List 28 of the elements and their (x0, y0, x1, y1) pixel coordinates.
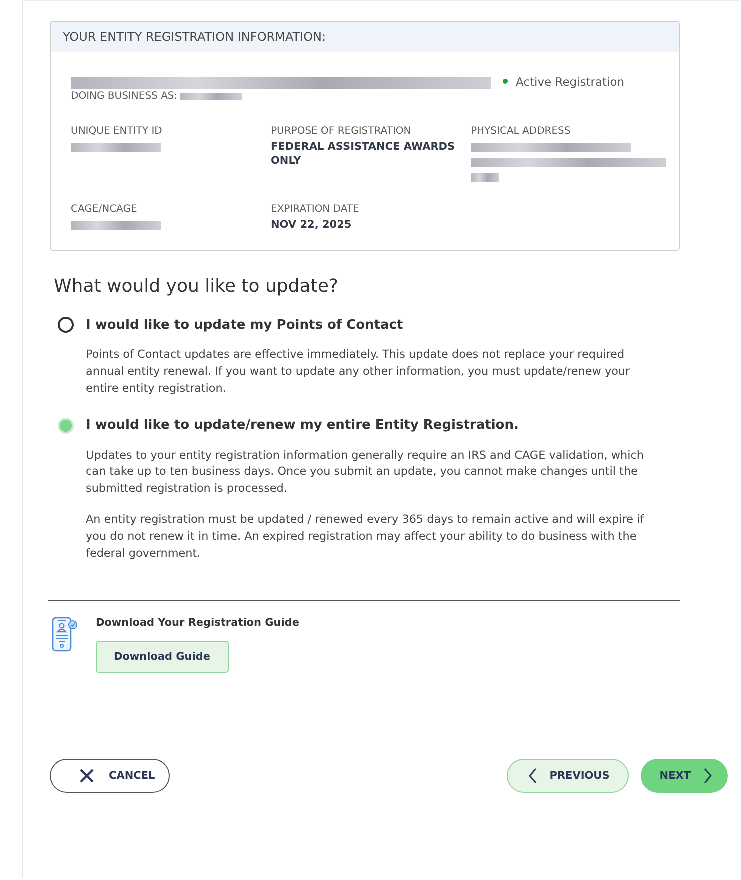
option-label[interactable]: I would like to update my Points of Contact (86, 318, 404, 333)
field-label: DOING BUSINESS AS: (71, 91, 178, 102)
card-title: YOUR ENTITY REGISTRATION INFORMATION: (63, 30, 326, 44)
download-button[interactable]: Download Guide (96, 641, 229, 674)
field-label: UNIQUE ENTITY ID (71, 126, 164, 137)
radio-button[interactable] (58, 317, 74, 334)
chevron-right-icon (703, 768, 713, 784)
field-value: NOV 22, 2025 (271, 218, 353, 232)
close-icon (79, 768, 95, 784)
question-heading: What would you like to update? (54, 276, 340, 298)
option-description: Updates to your entity registration information generally require an IRS and CAGE validation, which can take up to ten business days. Once you submit an update, you cannot make changes until the submitted registration is processed. (86, 448, 645, 498)
chevron-left-icon (528, 768, 538, 784)
document-icon (52, 617, 78, 654)
status-label: Active Registration (516, 74, 625, 88)
redacted-text (180, 93, 242, 100)
previous-button[interactable]: PREVIOUS (506, 759, 629, 794)
field-label: EXPIRATION DATE (271, 204, 360, 215)
guide-title: Download Your Registration Guide (96, 617, 300, 630)
option-description: Points of Contact updates are effective immediately. This update does not replace your required annual entity renewal. If you want to update any other information, you must update/renew your entire entity registration. (86, 347, 632, 397)
redacted-text (471, 173, 499, 182)
option-label[interactable]: I would like to update/renew my entire Entity Registration. (86, 418, 519, 434)
cancel-button[interactable]: CANCEL (50, 759, 170, 794)
field-label: PHYSICAL ADDRESS (471, 126, 572, 137)
option-description: An entity registration must be updated / renewed every 365 days to remain active and will expire if you do not renew it in time. An expired registration may affect your ability to do business with the federal government. (86, 512, 646, 562)
field-label: PURPOSE OF REGISTRATION (271, 126, 412, 137)
field-value: FEDERAL ASSISTANCE AWARDS ONLY (271, 140, 456, 168)
next-button[interactable]: NEXT (640, 759, 728, 794)
field-label: CAGE/NCAGE (71, 204, 138, 215)
